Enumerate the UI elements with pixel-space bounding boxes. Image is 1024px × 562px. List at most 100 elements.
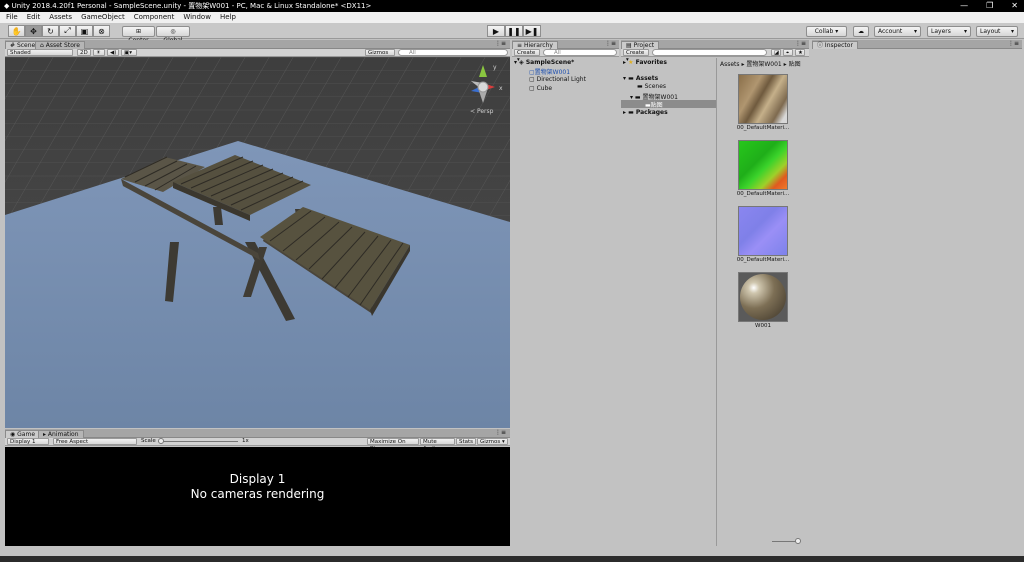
move-tool-icon[interactable]: ✥ <box>25 25 42 37</box>
folder-icon: ▬ <box>637 83 643 90</box>
tree-packages[interactable]: ▸ ▬ Packages <box>623 109 668 116</box>
rotate-tool-icon[interactable]: ↻ <box>42 25 59 37</box>
folder-icon: ▬ <box>628 75 634 82</box>
project-create-dropdown[interactable]: Create ▾ <box>623 49 649 63</box>
hierarchy-search-input[interactable]: All <box>543 49 617 56</box>
game-gizmos-dropdown[interactable]: Gizmos ▾ <box>477 438 508 445</box>
panel-menu-icon[interactable]: ⋮≡ <box>495 40 506 47</box>
breadcrumb-assets[interactable]: Assets <box>720 61 740 68</box>
close-icon[interactable]: ✕ <box>1011 0 1018 12</box>
audio-toggle-icon[interactable]: ◀) <box>107 49 119 56</box>
scene-render: y x <box>5 57 510 428</box>
scale-label: Scale <box>141 438 156 444</box>
game-viewport[interactable]: Display 1 No cameras rendering <box>5 447 510 546</box>
rect-tool-icon[interactable]: ▣ <box>76 25 93 37</box>
space-toggle-button[interactable]: ◎ Global <box>156 26 190 44</box>
scene-gizmos-dropdown[interactable]: Gizmos ▾ <box>365 49 395 63</box>
project-breadcrumb: Assets ▸ 置物架W001 ▸ 贴图 <box>720 61 801 68</box>
restore-icon[interactable]: ❐ <box>986 0 993 12</box>
scene-view-toolbar: Shaded 2D ☀ ◀) ▣▾ Gizmos ▾ All <box>5 49 510 63</box>
2d-toggle[interactable]: 2D <box>77 49 91 56</box>
maximize-on-play-toggle[interactable]: Maximize On Play <box>367 438 419 452</box>
hierarchy-item-shelf[interactable]: ▢置物架W001 <box>529 67 570 76</box>
scene-search-input[interactable]: All <box>398 49 508 56</box>
menu-assets[interactable]: Assets <box>49 12 72 23</box>
no-camera-title: Display 1 <box>229 472 286 486</box>
tab-project[interactable]: ▤ Project <box>621 41 660 49</box>
breadcrumb-shelf[interactable]: 置物架W001 <box>746 61 781 68</box>
scene-viewport[interactable]: y x ≺ Persp <box>5 57 510 428</box>
main-toolbar: ✋ ✥ ↻ ⤢ ▣ ⊗ ⊞ Center ◎ Global ▶ ❚❚ ▶❚ Co… <box>0 23 1024 44</box>
asset-thumb-normal[interactable] <box>738 206 788 256</box>
inspector-tabbar: ⓘ Inspector ⋮≡ <box>812 40 1022 49</box>
aspect-dropdown[interactable]: Free Aspect <box>53 438 137 445</box>
effects-toggle-icon[interactable]: ▣▾ <box>121 49 137 56</box>
hand-tool-icon[interactable]: ✋ <box>8 25 25 37</box>
hierarchy-create-dropdown[interactable]: Create ▾ <box>514 49 540 63</box>
no-camera-message: No cameras rendering <box>190 487 325 501</box>
tab-game[interactable]: ◉ Game <box>5 430 41 438</box>
favorite-star-icon[interactable]: ★ <box>795 49 805 56</box>
play-icon[interactable]: ▶ <box>487 25 505 37</box>
tab-inspector[interactable]: ⓘ Inspector <box>812 41 858 49</box>
tree-assets[interactable]: ▾ ▬ Assets <box>623 75 658 82</box>
menu-file[interactable]: File <box>6 12 18 23</box>
asset-label: 00_DefaultMateri... <box>736 125 790 131</box>
asset-thumb-material[interactable] <box>738 272 788 322</box>
account-dropdown[interactable]: Account ▾ <box>874 26 921 37</box>
asset-thumb-wood[interactable] <box>738 74 788 124</box>
menu-gameobject[interactable]: GameObject <box>81 12 125 23</box>
tab-hierarchy[interactable]: ≡ Hierarchy <box>512 41 558 49</box>
projection-label[interactable]: ≺ Persp <box>470 108 493 115</box>
step-icon[interactable]: ▶❚ <box>523 25 541 37</box>
lighting-toggle-icon[interactable]: ☀ <box>93 49 105 56</box>
menu-component[interactable]: Component <box>134 12 175 23</box>
panel-menu-icon[interactable]: ⋮≡ <box>495 429 506 436</box>
hierarchy-toolbar: Create ▾ All <box>512 49 619 63</box>
scale-slider[interactable] <box>158 441 238 442</box>
tab-asset-store[interactable]: ⌂ Asset Store <box>35 41 85 49</box>
menu-edit[interactable]: Edit <box>27 12 41 23</box>
gameobject-icon: ▢ <box>529 76 535 83</box>
tree-folder-scenes[interactable]: ▬ Scenes <box>637 83 666 90</box>
tree-folder-textures[interactable]: ▬贴图 <box>621 100 716 109</box>
game-tabbar: ◉ Game ▸ Animation ⋮≡ <box>5 429 510 438</box>
unity-scene-icon: ◈ <box>519 59 524 66</box>
display-dropdown[interactable]: Display 1 <box>7 438 49 445</box>
panel-menu-icon[interactable]: ⋮≡ <box>605 40 616 47</box>
inspector-panel <box>812 40 1022 546</box>
panel-menu-icon[interactable]: ⋮≡ <box>1008 40 1019 47</box>
window-title: Unity 2018.4.20f1 Personal - SampleScene… <box>11 2 372 10</box>
pause-icon[interactable]: ❚❚ <box>505 25 523 37</box>
breadcrumb-textures[interactable]: 贴图 <box>789 61 801 68</box>
tree-favorites[interactable]: ▸ ★ Favorites <box>623 59 667 66</box>
transform-tool-icon[interactable]: ⊗ <box>93 25 110 37</box>
collab-button[interactable]: Collab ▾ <box>806 26 847 37</box>
tab-animation[interactable]: ▸ Animation <box>38 430 84 438</box>
scale-slider-handle[interactable] <box>158 438 164 444</box>
menu-help[interactable]: Help <box>220 12 236 23</box>
scale-tool-icon[interactable]: ⤢ <box>59 25 76 37</box>
hierarchy-panel <box>512 40 619 546</box>
hierarchy-item-cube[interactable]: ▢ Cube <box>529 85 552 92</box>
project-search-input[interactable] <box>652 49 767 56</box>
pivot-toggle-button[interactable]: ⊞ Center <box>122 26 155 44</box>
hierarchy-item-light[interactable]: ▢ Directional Light <box>529 76 586 83</box>
hierarchy-scene-row[interactable]: ▾ ◈ SampleScene* <box>514 59 574 66</box>
stats-toggle[interactable]: Stats <box>456 438 476 445</box>
filter-label-icon[interactable]: ⌖ <box>783 49 793 56</box>
filter-type-icon[interactable]: ◪ <box>771 49 781 56</box>
shading-mode-dropdown[interactable]: Shaded <box>7 49 73 56</box>
layers-dropdown[interactable]: Layers ▾ <box>927 26 971 37</box>
playback-controls: ▶ ❚❚ ▶❚ <box>487 25 541 37</box>
panel-menu-icon[interactable]: ⋮≡ <box>795 40 806 47</box>
menu-window[interactable]: Window <box>183 12 211 23</box>
gameobject-icon: ▢ <box>529 85 535 92</box>
material-sphere-icon <box>740 274 786 320</box>
cloud-icon[interactable]: ☁ <box>853 26 869 37</box>
thumbnail-size-handle[interactable] <box>795 538 801 544</box>
mute-audio-toggle[interactable]: Mute Audio <box>420 438 455 452</box>
layout-dropdown[interactable]: Layout ▾ <box>976 26 1018 37</box>
minimize-icon[interactable]: — <box>960 0 968 12</box>
asset-thumb-green[interactable] <box>738 140 788 190</box>
